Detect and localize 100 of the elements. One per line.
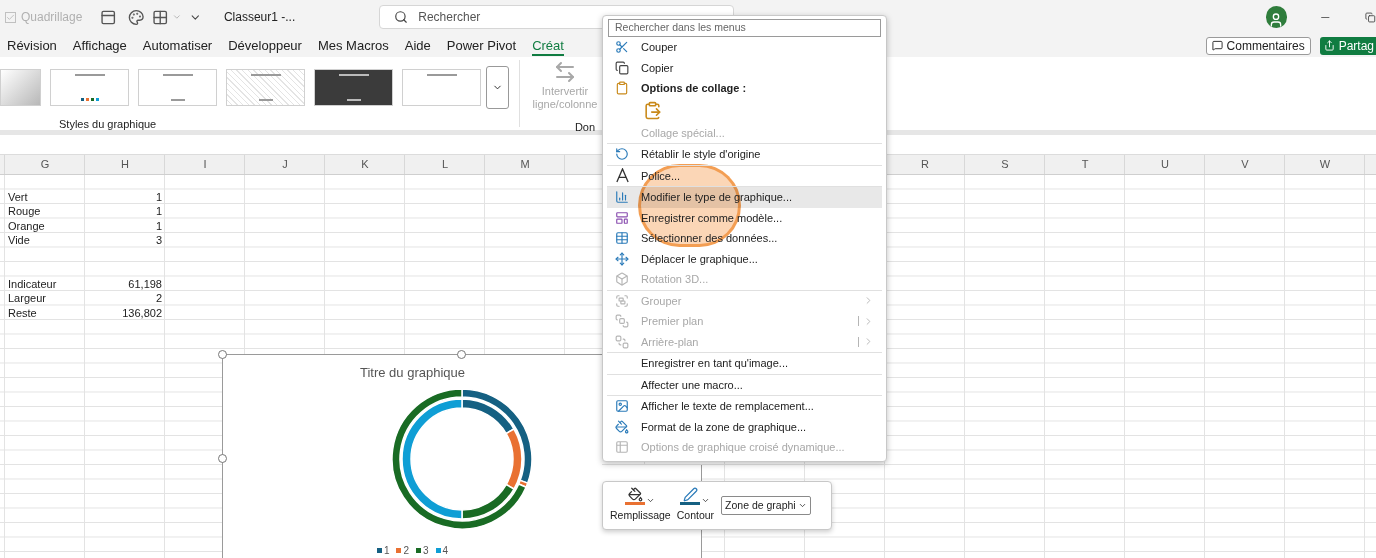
comment-icon — [1211, 40, 1223, 51]
ribbon-tab[interactable]: Créat — [532, 35, 564, 56]
scissors-icon — [615, 40, 629, 55]
swap-arrows-icon — [553, 60, 577, 84]
gallery-more-button[interactable] — [486, 66, 509, 109]
paint-bucket-icon — [627, 487, 643, 503]
ribbon-tab[interactable]: Développeur — [228, 35, 302, 56]
menu-item[interactable]: Sélectionner des données... — [607, 228, 882, 249]
column-header[interactable]: K — [361, 156, 369, 173]
image-icon — [615, 399, 629, 414]
table-icon — [615, 231, 629, 246]
chart-style-thumbnail[interactable] — [226, 69, 305, 106]
ribbon-tab[interactable]: Mes Macros — [317, 35, 389, 56]
table-cell: 61,198 — [128, 276, 162, 291]
menu-item[interactable]: Police... — [607, 165, 882, 186]
table-cell: 136,802 — [122, 305, 162, 320]
menu-item[interactable]: Enregistrer en tant qu'image... — [607, 353, 882, 374]
column-header[interactable]: J — [282, 156, 288, 173]
chart-style-thumbnail[interactable] — [402, 69, 481, 106]
table-cell: Vert — [8, 189, 28, 204]
template-icon — [615, 210, 629, 225]
menu-item[interactable]: Copier — [607, 57, 882, 78]
legend-label: 1 — [383, 544, 390, 558]
group-icon — [615, 293, 629, 308]
menu-item[interactable]: Déplacer le graphique... — [607, 248, 882, 269]
table-cell: Reste — [8, 305, 37, 320]
restore-icon[interactable] — [1365, 11, 1376, 23]
clipboard-icon — [615, 81, 629, 96]
column-header[interactable]: V — [1241, 156, 1249, 173]
menu-item[interactable]: Rétablir le style d'origine — [607, 144, 882, 165]
menu-search-field[interactable]: Rechercher dans les menus — [608, 19, 881, 37]
column-header[interactable]: S — [1001, 156, 1009, 173]
legend-label: 3 — [423, 544, 429, 558]
avatar[interactable] — [1265, 6, 1287, 28]
group-label: Don — [574, 120, 596, 135]
chart-title: Titre du graphique — [360, 364, 465, 382]
table-cell: Rouge — [8, 204, 41, 219]
send-backward-icon — [615, 334, 629, 349]
table-cell: 2 — [155, 291, 162, 306]
fill-button[interactable]: Remplissage — [609, 487, 672, 524]
column-header[interactable]: L — [441, 156, 449, 173]
chart-style-thumbnail[interactable] — [0, 69, 41, 106]
comments-button[interactable]: Commentaires — [1205, 36, 1311, 55]
document-title: Classeur1 -... — [223, 9, 296, 26]
chart-style-thumbnail[interactable] — [50, 69, 129, 106]
copy-icon — [615, 60, 629, 75]
search-placeholder: Rechercher — [418, 9, 481, 26]
column-header[interactable]: I — [203, 156, 207, 173]
column-header[interactable]: R — [921, 156, 929, 173]
palette-icon[interactable] — [127, 8, 145, 26]
chart-style-thumbnail[interactable] — [138, 69, 217, 106]
ribbon-tab[interactable]: Aide — [404, 35, 431, 56]
element-select[interactable]: Zone de graphi — [721, 496, 811, 515]
form-icon[interactable] — [100, 8, 117, 26]
column-header[interactable]: H — [121, 156, 129, 173]
bar-chart-icon — [615, 190, 629, 205]
menu-item[interactable]: Options de collage : — [607, 78, 882, 99]
table-cell: Orange — [8, 218, 45, 233]
ribbon-tab[interactable]: Automatiser — [142, 35, 213, 56]
table-cell: 3 — [155, 233, 162, 248]
ribbon-tab[interactable]: Révision — [7, 35, 57, 56]
reset-icon — [615, 147, 629, 162]
cube-icon — [615, 272, 629, 287]
column-header[interactable]: G — [40, 156, 50, 173]
share-button[interactable]: Partag — [1319, 36, 1376, 55]
resize-handle[interactable] — [218, 454, 227, 463]
resize-handle[interactable] — [218, 350, 227, 359]
column-header[interactable]: W — [1319, 156, 1331, 173]
share-icon — [1323, 40, 1335, 51]
paint-bucket-icon — [615, 419, 629, 434]
split-divider — [858, 336, 859, 347]
resize-handle[interactable] — [457, 350, 466, 359]
grid-icon[interactable] — [152, 8, 169, 26]
bring-forward-icon — [615, 314, 629, 329]
pen-icon — [682, 487, 698, 503]
column-header[interactable]: U — [1161, 156, 1169, 173]
menu-item[interactable]: Couper — [607, 37, 882, 58]
ribbon-tab[interactable]: Affichage — [72, 35, 127, 56]
search-icon — [394, 10, 409, 24]
table-cell: Vide — [8, 233, 30, 248]
menu-item[interactable]: Format de la zone de graphique... — [607, 416, 882, 437]
chart-style-thumbnail[interactable] — [314, 69, 393, 106]
table-cell: Indicateur — [8, 276, 57, 291]
column-header[interactable]: T — [1081, 156, 1089, 173]
outline-button[interactable]: Contour — [675, 487, 716, 524]
table-cell: 1 — [155, 204, 162, 219]
table-cell: 1 — [155, 218, 162, 233]
column-header[interactable]: M — [520, 156, 530, 173]
clipboard-icon — [642, 101, 662, 120]
check-icon — [6, 12, 15, 22]
legend-label: 4 — [442, 544, 449, 558]
font-icon — [615, 168, 630, 184]
table-cell: Largeur — [8, 291, 46, 306]
caret-icon — [797, 501, 807, 510]
table-icon — [615, 440, 629, 455]
menu-item[interactable]: Afficher le texte de remplacement... — [607, 396, 882, 417]
menu-item[interactable]: Affecter une macro... — [607, 374, 882, 395]
split-divider — [858, 316, 859, 327]
ribbon-tab[interactable]: Power Pivot — [446, 35, 517, 56]
move-icon — [615, 251, 629, 266]
